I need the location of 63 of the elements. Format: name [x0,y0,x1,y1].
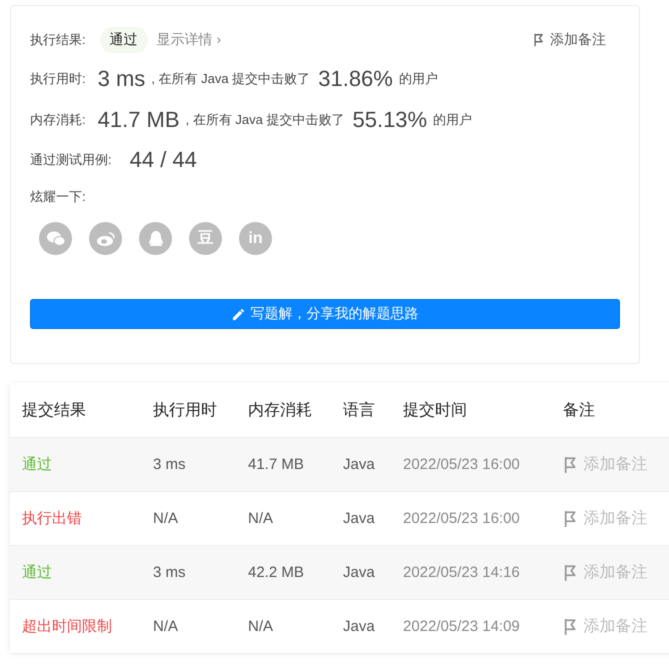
pencil-icon [232,308,244,320]
table-cell-text: Java [343,510,376,527]
flag-icon [563,510,578,528]
add-note-button[interactable]: 添加备注 [563,562,669,583]
write-solution-button[interactable]: 写题解，分享我的解题思路 [30,299,620,329]
add-note-button[interactable]: 添加备注 [563,616,669,637]
table-row[interactable]: 通过 3 ms 41.7 MB Java 2022/05/23 16:00 添加备注 [10,438,669,492]
field-label: 通过测试用例: [30,151,112,169]
details-link[interactable]: 显示详情 › [156,31,222,49]
stat-text: 的用户 [433,110,472,128]
stat-value: 3 ms [98,66,146,92]
status-cell[interactable]: 执行出错 [22,509,153,528]
field-label: 执行用时: [30,70,86,88]
table-cell-text: N/A [248,510,274,527]
table-cell-text: 3 ms [153,564,187,581]
stat-text: 的用户 [398,70,438,88]
status-cell[interactable]: 通过 [22,455,153,474]
flag-icon [563,456,578,474]
table-cell-text: N/A [248,618,274,635]
flag-icon [563,618,578,636]
table-cell-text: 42.2 MB [248,564,305,581]
add-note-button[interactable]: 添加备注 [532,31,606,49]
stat-percent: 31.86% [318,66,393,92]
table-cell-text: 2022/05/23 16:00 [403,510,521,527]
testcase-count: 44 / 44 [130,147,197,173]
field-label: 执行结果: [30,31,86,49]
stat-text: , 在所有 Java 提交中击败了 [186,110,344,128]
flag-icon [532,33,544,47]
penguin-icon[interactable] [139,222,172,255]
table-cell-text: 3 ms [153,456,187,473]
stat-percent: 55.13% [352,106,428,132]
field-label: 内存消耗: [30,110,86,128]
flag-icon [563,564,578,582]
table-cell-text: 2022/05/23 16:00 [403,456,521,473]
column-header: 提交结果 [22,400,87,420]
table-cell-text: Java [343,564,376,581]
stat-text: , 在所有 Java 提交中击败了 [151,70,310,88]
table-cell-text: 41.7 MB [248,456,305,473]
column-header: 提交时间 [403,400,468,420]
status-cell[interactable]: 超出时间限制 [22,617,153,636]
table-row[interactable]: 超出时间限制 N/A N/A Java 2022/05/23 14:09 添加备注 [10,600,669,654]
column-header: 执行用时 [153,400,218,420]
table-row[interactable]: 执行出错 N/A N/A Java 2022/05/23 16:00 添加备注 [10,492,669,546]
share-icon[interactable]: in [239,222,272,255]
status-badge: 通过 [100,27,148,53]
table-row[interactable]: 通过 3 ms 42.2 MB Java 2022/05/23 14:16 添加备注 [10,546,669,600]
table-cell-text: Java [343,456,376,473]
table-cell-text: 2022/05/23 14:09 [403,618,521,635]
chat-bubbles-icon[interactable] [39,222,72,255]
table-cell-text: Java [343,618,376,635]
status-cell[interactable]: 通过 [22,563,153,582]
share-label: 炫耀一下: [30,188,86,206]
table-cell-text: 2022/05/23 14:16 [403,564,521,581]
table-cell-text: N/A [153,510,180,527]
add-note-button[interactable]: 添加备注 [563,508,669,529]
column-header: 备注 [563,400,596,420]
share-icon[interactable]: 豆 [189,222,222,255]
column-header: 语言 [343,400,376,420]
stat-value: 41.7 MB [98,106,180,132]
eye-icon[interactable] [89,222,122,255]
add-note-button[interactable]: 添加备注 [563,454,669,475]
table-cell-text: N/A [153,618,180,635]
column-header: 内存消耗 [248,400,313,420]
